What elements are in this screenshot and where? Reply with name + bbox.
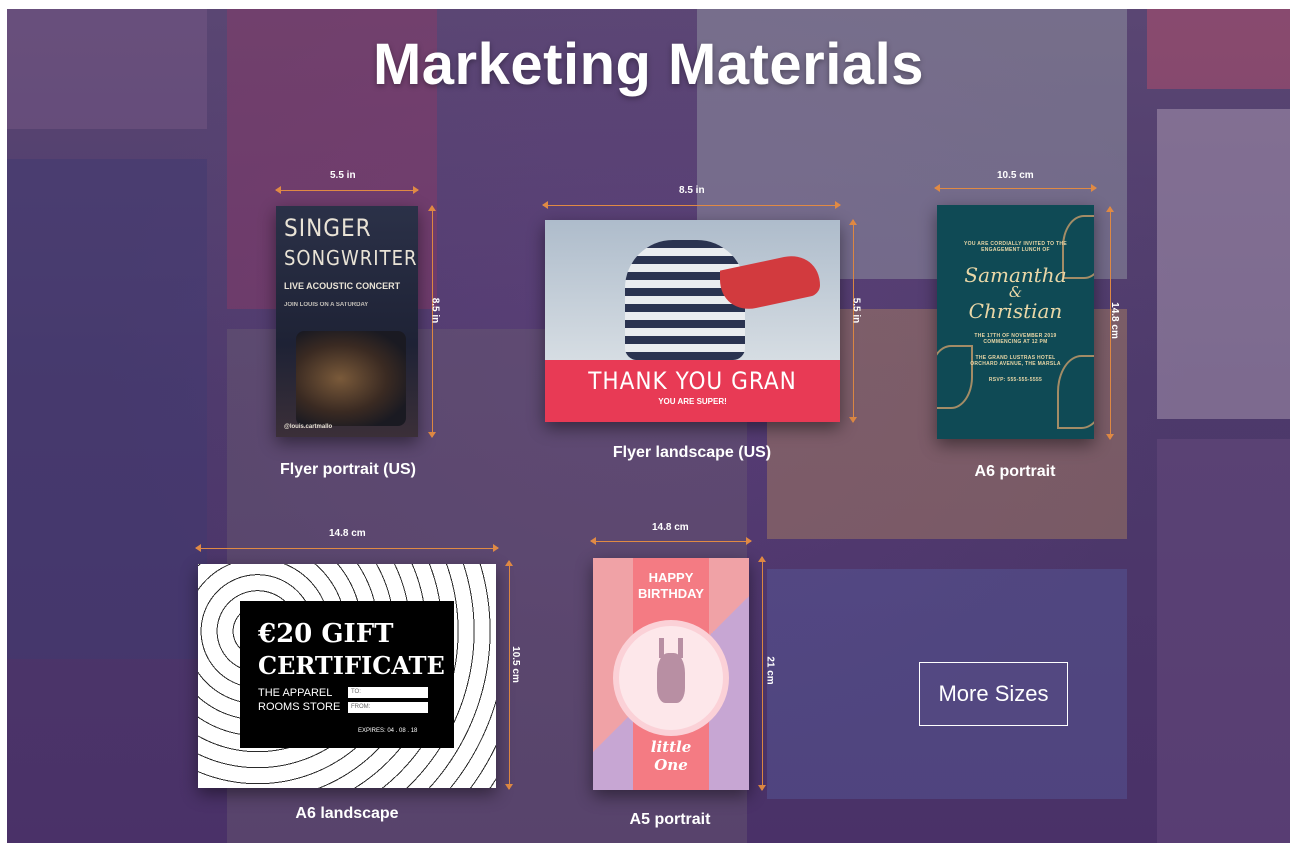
marketing-materials-section: Marketing Materials 5.5 in 8.5 in SINGER… <box>7 9 1290 843</box>
preview-side-text: JOIN LOUIS ON A SATURDAY <box>284 302 369 308</box>
preview-from-field: FROM: <box>348 702 428 713</box>
width-dimension-label: 8.5 in <box>679 185 705 196</box>
preview-expiry: EXPIRES: 04 . 08 . 18 <box>358 728 418 734</box>
preview-birthday: BIRTHDAY <box>638 586 704 601</box>
background-tile <box>7 159 207 659</box>
preview-little-one: little One <box>633 738 709 774</box>
preview-certificate: CERTIFICATE <box>258 651 445 680</box>
height-dimension-label: 5.5 in <box>850 297 862 324</box>
flyer-portrait-preview[interactable]: SINGER SONGWRITER LIVE ACOUSTIC CONCERT … <box>276 206 418 437</box>
width-dimension-label: 14.8 cm <box>329 528 366 539</box>
preview-intro: YOU ARE CORDIALLY INVITED TO THE ENGAGEM… <box>964 241 1067 253</box>
preview-footer: @louis.cartmallo <box>284 424 333 430</box>
preview-to-field: TO: <box>348 687 428 698</box>
bunny-illustration <box>657 653 685 703</box>
item-label[interactable]: A6 portrait <box>955 463 1075 481</box>
height-dimension-line <box>758 556 766 791</box>
page-title: Marketing Materials <box>372 32 924 97</box>
width-dimension-line <box>275 186 419 194</box>
background-tile <box>1157 109 1290 419</box>
preview-tagline: LIVE ACOUSTIC CONCERT <box>284 281 401 291</box>
height-dimension-label: 14.8 cm <box>1108 302 1120 339</box>
height-dimension-label: 8.5 in <box>429 297 441 324</box>
preview-headline: THANK YOU GRAN <box>588 367 797 395</box>
preview-banner: THANK YOU GRAN YOU ARE SUPER! <box>545 360 840 422</box>
gift-certificate-panel: €20 GIFT CERTIFICATE THE APPAREL ROOMS S… <box>240 601 454 748</box>
item-label[interactable]: A5 portrait <box>605 811 735 829</box>
width-dimension-line <box>590 537 752 545</box>
preview-date: THE 17TH OF NOVEMBER 2019 COMMENCING AT … <box>974 333 1057 345</box>
a6-portrait-preview[interactable]: YOU ARE CORDIALLY INVITED TO THE ENGAGEM… <box>937 205 1094 439</box>
a5-portrait-preview[interactable]: HAPPY BIRTHDAY little One <box>593 558 749 790</box>
width-dimension-line <box>934 184 1097 192</box>
preview-name-2: Christian <box>968 299 1063 323</box>
preview-little: little <box>650 738 692 756</box>
height-dimension-label: 10.5 cm <box>509 646 521 683</box>
more-sizes-button[interactable]: More Sizes <box>919 662 1068 726</box>
width-dimension-line <box>542 201 841 209</box>
preview-headline: SINGER <box>284 214 372 242</box>
preview-rsvp: RSVP: 555-555-5555 <box>988 377 1043 383</box>
width-dimension-label: 14.8 cm <box>652 522 689 533</box>
width-dimension-line <box>195 544 499 552</box>
a6-landscape-preview[interactable]: €20 GIFT CERTIFICATE THE APPAREL ROOMS S… <box>198 564 496 788</box>
preview-one: One <box>654 756 688 774</box>
item-label[interactable]: Flyer landscape (US) <box>597 444 787 462</box>
preview-subheadline: YOU ARE SUPER! <box>658 397 727 406</box>
preview-store: THE APPAREL ROOMS STORE <box>258 687 341 713</box>
width-dimension-label: 5.5 in <box>330 170 356 181</box>
preview-happy: HAPPY <box>648 570 694 585</box>
preview-greeting: HAPPY BIRTHDAY <box>633 570 709 602</box>
preview-subheadline: SONGWRITER <box>284 246 418 270</box>
item-label[interactable]: Flyer portrait (US) <box>269 461 427 479</box>
flyer-landscape-preview[interactable]: THANK YOU GRAN YOU ARE SUPER! <box>545 220 840 422</box>
height-dimension-label: 21 cm <box>764 656 776 685</box>
background-tile <box>1157 439 1290 843</box>
item-label[interactable]: A6 landscape <box>277 805 417 823</box>
preview-venue: THE GRAND LUSTRAS HOTEL ORCHARD AVENUE, … <box>970 355 1061 367</box>
guitarist-photo <box>296 331 406 426</box>
width-dimension-label: 10.5 cm <box>997 170 1034 181</box>
preview-amount: €20 GIFT <box>258 619 394 649</box>
